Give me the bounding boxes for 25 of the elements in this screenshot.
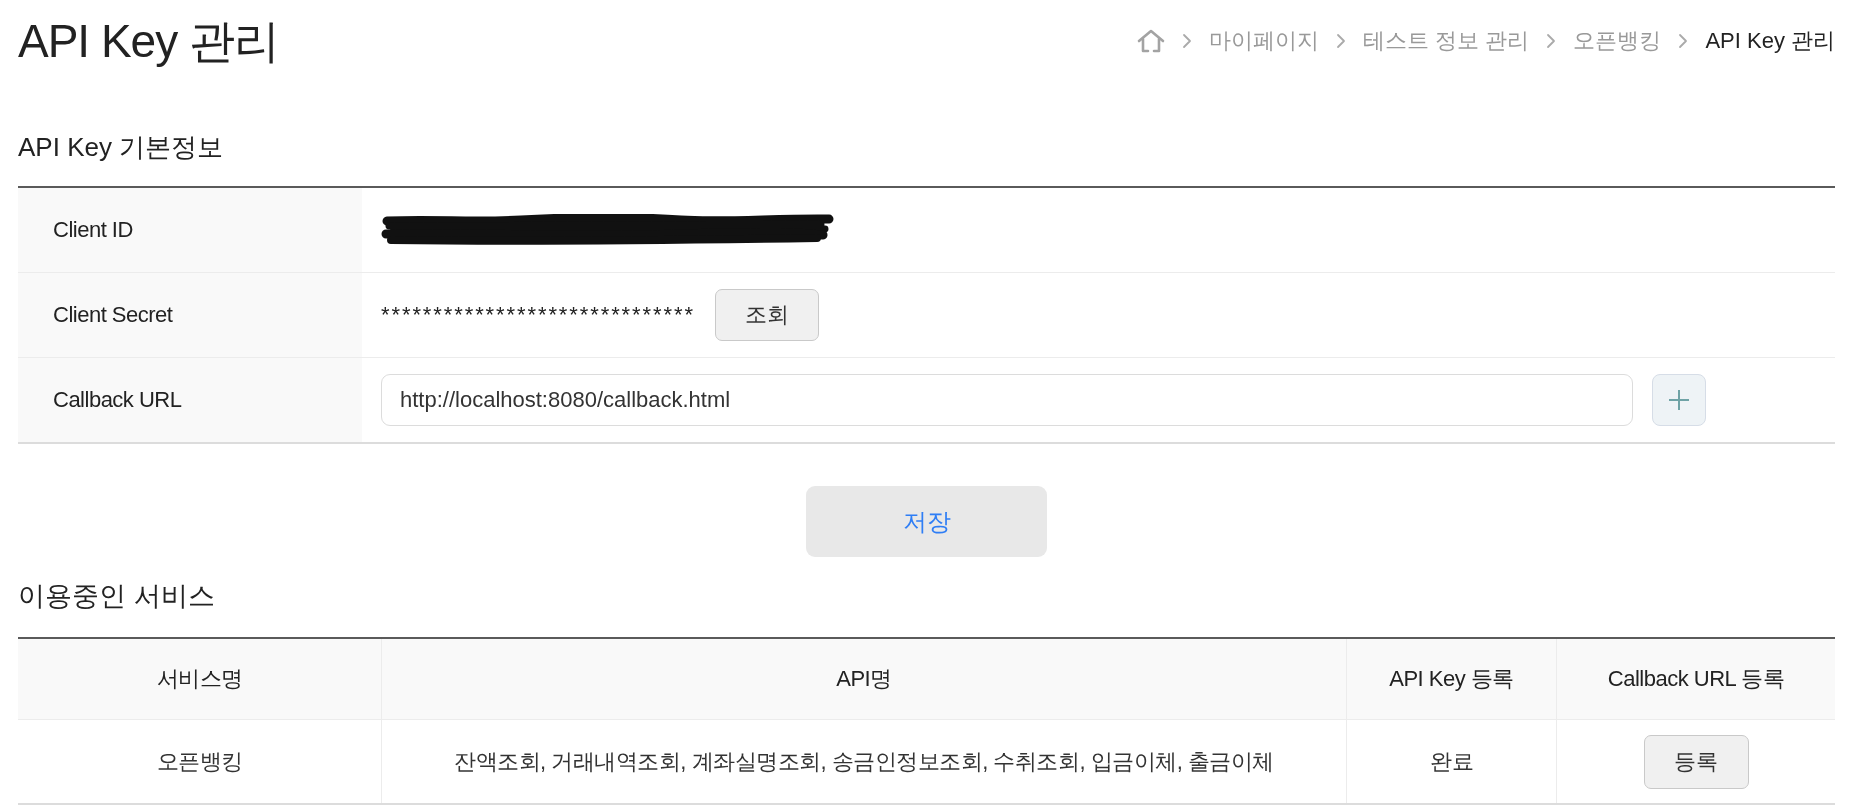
column-header: Callback URL 등록	[1556, 639, 1835, 719]
page-title: API Key 관리	[18, 14, 279, 69]
chevron-right-icon	[1546, 33, 1557, 49]
plus-icon	[1668, 389, 1690, 411]
chevron-right-icon	[1336, 33, 1347, 49]
table-cell: 잔액조회, 거래내역조회, 계좌실명조회, 송금인정보조회, 수취조회, 입금이체, 출금이체	[381, 720, 1346, 803]
callback-url-input[interactable]: http://localhost:8080/callback.html	[381, 374, 1633, 426]
column-header: 서비스명	[155, 665, 244, 693]
chevron-right-icon	[1678, 33, 1689, 49]
home-icon[interactable]	[1137, 29, 1166, 53]
breadcrumb-current[interactable]: API Key 관리	[1705, 26, 1835, 56]
table-cell-text: 오픈뱅킹	[155, 747, 244, 776]
section-heading: API Key 기본정보	[18, 131, 225, 164]
field-label: Client ID	[18, 188, 362, 272]
table-cell: 완료	[1346, 720, 1556, 803]
column-header: API Key 등록	[1346, 639, 1556, 719]
add-url-button[interactable]	[1652, 374, 1706, 426]
section-heading: 이용중인 서비스	[18, 580, 216, 613]
register-button[interactable]: 등록	[1643, 734, 1749, 789]
field-label: Callback URL	[18, 358, 362, 442]
view-button[interactable]: 조회	[714, 289, 819, 341]
chevron-right-icon	[1182, 33, 1193, 49]
masked-secret: ******************************	[381, 302, 695, 328]
field-label: Client Secret	[18, 273, 362, 357]
column-header: API명	[381, 639, 1346, 719]
